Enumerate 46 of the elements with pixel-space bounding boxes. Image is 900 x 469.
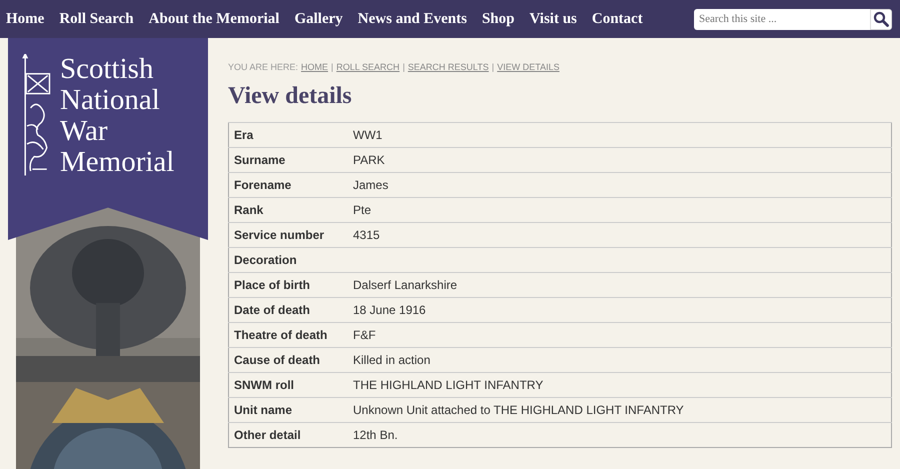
field-value: Pte — [348, 198, 892, 222]
field-value: Killed in action — [348, 348, 892, 372]
breadcrumb-separator: | — [331, 62, 334, 72]
field-value: WW1 — [348, 122, 892, 148]
field-value: 12th Bn. — [348, 422, 892, 448]
nav-link[interactable]: Roll Search — [59, 10, 134, 28]
search-button[interactable] — [870, 8, 892, 30]
nav-link[interactable]: News and Events — [358, 10, 467, 28]
field-value: 18 June 1916 — [348, 298, 892, 322]
field-value: James — [348, 172, 892, 198]
field-label: Cause of death — [228, 348, 348, 372]
field-value: 4315 — [348, 222, 892, 248]
search-field[interactable]: Search this site ... — [694, 8, 870, 30]
nav-link[interactable]: About the Memorial — [148, 10, 280, 28]
breadcrumb-separator: | — [402, 62, 405, 72]
field-label: Place of birth — [228, 272, 348, 298]
page-heading: View details — [228, 83, 353, 110]
field-label: Decoration — [228, 248, 348, 272]
field-label: Forename — [228, 172, 348, 198]
nav-link[interactable]: Home — [6, 10, 44, 28]
field-value: Unknown Unit attached to THE HIGHLAND LIGHT INFANTRY — [348, 398, 892, 422]
field-label: Unit name — [228, 398, 348, 422]
logo-text: War — [60, 116, 109, 147]
logo-banner[interactable]: Scottish National War Memorial — [8, 38, 208, 240]
field-label: Rank — [228, 198, 348, 222]
field-value: PARK — [348, 148, 892, 172]
field-label: Surname — [228, 148, 348, 172]
logo-text: Memorial — [60, 147, 174, 178]
field-label: Date of death — [228, 298, 348, 322]
nav-link[interactable]: Visit us — [530, 10, 577, 28]
nav-link[interactable]: Shop — [482, 10, 514, 28]
nav-link[interactable]: Contact — [592, 10, 643, 28]
field-value: THE HIGHLAND LIGHT INFANTRY — [348, 372, 892, 398]
logo-text: Scottish — [60, 54, 154, 85]
breadcrumb-label: YOU ARE HERE: — [228, 62, 298, 72]
logo-text: National — [60, 85, 161, 116]
field-label: SNWM roll — [228, 372, 348, 398]
field-value: Dalserf Lanarkshire — [348, 272, 892, 298]
field-label: Era — [228, 122, 348, 148]
field-label: Service number — [228, 222, 348, 248]
field-label: Other detail — [228, 422, 348, 448]
breadcrumb-separator: | — [492, 62, 494, 72]
search-icon — [873, 11, 889, 27]
field-value: F&F — [348, 322, 892, 348]
nav-link[interactable]: Gallery — [294, 10, 343, 28]
field-label: Theatre of death — [228, 322, 348, 348]
